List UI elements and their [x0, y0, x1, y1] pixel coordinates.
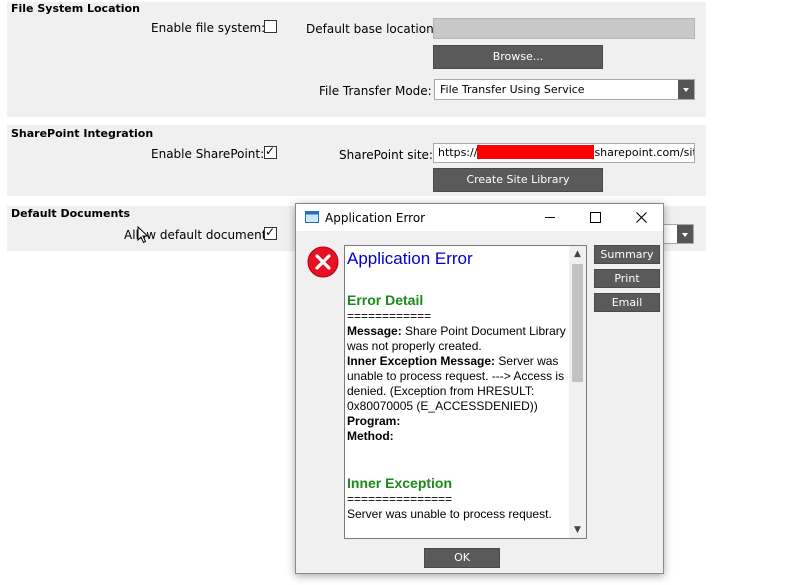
- error-heading: Application Error: [347, 249, 473, 268]
- application-error-dialog: Application Error Application Error Erro…: [295, 203, 664, 574]
- redacted-block: [477, 145, 595, 159]
- file-system-panel: File System Location Enable file system:…: [7, 2, 706, 117]
- app-window-icon: [305, 211, 319, 223]
- browse-button[interactable]: Browse...: [433, 45, 603, 69]
- default-documents-title: Default Documents: [11, 207, 131, 220]
- enable-file-system-label: Enable file system:: [151, 21, 266, 35]
- minimize-button[interactable]: [535, 207, 565, 227]
- dialog-title: Application Error: [325, 211, 426, 225]
- method-key: Method:: [347, 429, 394, 443]
- file-transfer-mode-value: File Transfer Using Service: [440, 83, 585, 96]
- check-icon: ✓: [265, 225, 276, 239]
- default-base-location-label: Default base location:: [306, 22, 438, 36]
- file-system-title: File System Location: [11, 2, 140, 15]
- sharepoint-site-suffix: sharepoint.com/sites/: [594, 146, 694, 159]
- file-transfer-mode-select[interactable]: File Transfer Using Service: [434, 79, 695, 100]
- message-key: Message:: [347, 324, 402, 338]
- separator-2: ===============: [347, 492, 453, 506]
- scroll-down-icon[interactable]: ▼: [569, 522, 586, 538]
- scroll-up-icon[interactable]: ▲: [569, 246, 586, 262]
- dialog-titlebar[interactable]: Application Error: [296, 204, 663, 231]
- separator-1: ============: [347, 309, 432, 323]
- check-icon: ✓: [265, 144, 276, 158]
- ok-button[interactable]: OK: [424, 548, 500, 568]
- mouse-cursor-icon: [137, 226, 149, 244]
- inner-message-line: Inner Exception Message: Server was unab…: [347, 354, 567, 414]
- chevron-down-icon: [677, 225, 693, 243]
- sharepoint-title: SharePoint Integration: [11, 127, 154, 140]
- error-detail-textbox[interactable]: Application Error Error Detail =========…: [344, 245, 587, 539]
- create-site-library-button[interactable]: Create Site Library: [433, 168, 603, 192]
- maximize-button[interactable]: [580, 207, 610, 227]
- scrollbar-thumb[interactable]: [572, 264, 583, 382]
- print-button[interactable]: Print: [594, 269, 660, 288]
- error-x-icon: [307, 246, 339, 278]
- maximize-icon: [589, 211, 601, 223]
- summary-button[interactable]: Summary: [594, 245, 660, 264]
- enable-sharepoint-checkbox[interactable]: ✓: [264, 144, 277, 159]
- sharepoint-panel: SharePoint Integration Enable SharePoint…: [7, 125, 706, 196]
- close-icon: [635, 211, 647, 223]
- chevron-down-icon: [678, 80, 694, 99]
- sharepoint-site-input[interactable]: https:// sharepoint.com/sites/: [433, 143, 695, 163]
- email-button[interactable]: Email: [594, 293, 660, 312]
- error-detail-text: Application Error Error Detail =========…: [347, 246, 567, 522]
- inner-exception-text: Server was unable to process request.: [347, 507, 552, 521]
- enable-sharepoint-label: Enable SharePoint:: [151, 147, 265, 161]
- default-base-location-field[interactable]: [433, 18, 695, 39]
- error-detail-heading: Error Detail: [347, 292, 424, 308]
- program-key: Program:: [347, 414, 401, 428]
- sharepoint-site-prefix: https://: [438, 146, 478, 159]
- close-button[interactable]: [626, 207, 656, 227]
- inner-exception-heading: Inner Exception: [347, 475, 453, 491]
- inner-message-key: Inner Exception Message:: [347, 354, 496, 368]
- sharepoint-site-label: SharePoint site:: [339, 148, 433, 162]
- message-line: Message: Share Point Document Library wa…: [347, 324, 567, 354]
- enable-file-system-checkbox[interactable]: [264, 20, 277, 33]
- file-transfer-mode-label: File Transfer Mode:: [319, 84, 432, 98]
- allow-default-document-checkbox[interactable]: ✓: [264, 225, 277, 240]
- vertical-scrollbar[interactable]: ▲ ▼: [569, 246, 586, 538]
- minimize-icon: [545, 216, 555, 218]
